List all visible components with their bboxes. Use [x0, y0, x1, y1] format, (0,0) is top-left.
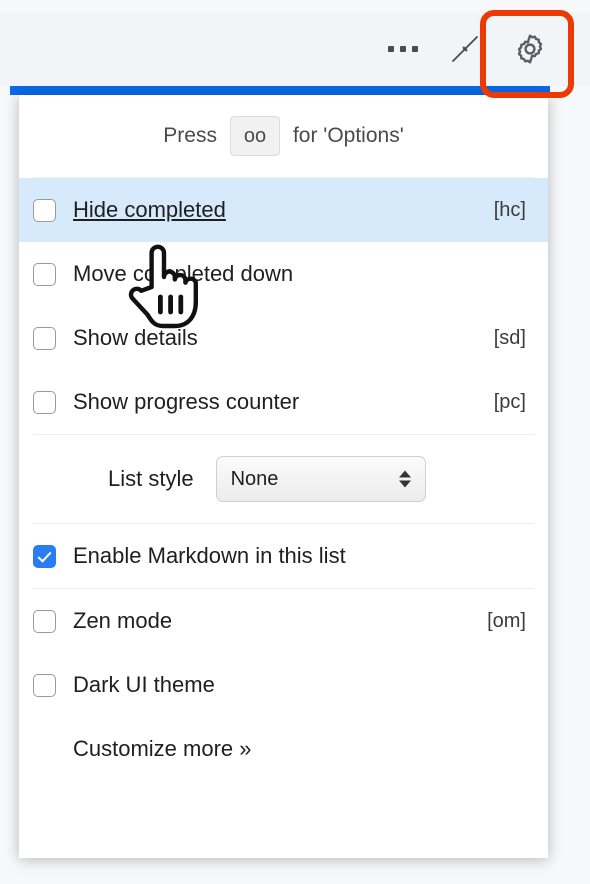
menu-group-display: Hide completed [hc] Move completed down …: [19, 178, 548, 434]
accent-bar: [10, 86, 550, 95]
menu-item-zen-mode[interactable]: Zen mode [om]: [19, 589, 548, 653]
stepper-chevrons-icon: [398, 470, 411, 488]
checkbox-enable-markdown[interactable]: [33, 544, 56, 568]
menu-item-label: Dark UI theme: [73, 672, 215, 697]
menu-item-label: Enable Markdown in this list: [73, 543, 346, 568]
more-horizontal-icon: [388, 46, 418, 52]
list-style-label: List style: [108, 466, 194, 491]
list-style-value: None: [230, 467, 279, 490]
menu-item-dark-ui-theme[interactable]: Dark UI theme: [19, 653, 548, 717]
menu-item-label: Show details: [73, 325, 198, 350]
menu-item-shortcut: [om]: [487, 609, 526, 632]
menu-item-label: Move completed down: [73, 261, 294, 286]
menu-item-label: Show progress counter: [73, 389, 300, 414]
gear-icon: [517, 34, 543, 64]
menu-item-shortcut: [hc]: [493, 198, 526, 221]
options-panel: Press oo for 'Options' Hide completed [h…: [19, 95, 548, 858]
hint-suffix: for 'Options': [292, 124, 404, 147]
checkbox-show-details[interactable]: [33, 326, 56, 350]
menu-item-hide-completed[interactable]: Hide completed [hc]: [19, 178, 548, 242]
more-options-button[interactable]: [372, 18, 434, 80]
top-toolbar: [0, 12, 590, 86]
menu-item-show-progress-counter[interactable]: Show progress counter [pc]: [19, 370, 548, 434]
menu-item-move-completed-down[interactable]: Move completed down: [19, 242, 548, 306]
customize-more-label: Customize more »: [73, 736, 252, 761]
checkbox-move-completed-down[interactable]: [33, 262, 56, 286]
menu-item-label: Hide completed: [73, 197, 226, 222]
settings-button[interactable]: [496, 18, 564, 80]
menu-item-label: Zen mode: [73, 608, 173, 633]
list-style-row: List style None: [19, 435, 548, 523]
checkbox-show-progress-counter[interactable]: [33, 390, 56, 414]
menu-group-markdown: Enable Markdown in this list: [19, 524, 548, 588]
menu-item-shortcut: [pc]: [493, 390, 526, 413]
menu-group-appearance: Zen mode [om] Dark UI theme Customize mo…: [19, 589, 548, 781]
collapse-arrows-icon: [452, 36, 478, 62]
shortcut-hint: Press oo for 'Options': [19, 95, 548, 177]
menu-item-shortcut: [sd]: [493, 326, 526, 349]
shortcut-key: oo: [229, 116, 280, 156]
checkbox-dark-ui-theme[interactable]: [33, 673, 56, 697]
customize-more-link[interactable]: Customize more »: [19, 717, 548, 781]
checkbox-zen-mode[interactable]: [33, 609, 56, 633]
menu-item-enable-markdown[interactable]: Enable Markdown in this list: [19, 524, 548, 588]
checkbox-hide-completed[interactable]: [33, 198, 56, 222]
list-style-select[interactable]: None: [215, 456, 426, 502]
menu-item-show-details[interactable]: Show details [sd]: [19, 306, 548, 370]
collapse-button[interactable]: [434, 18, 496, 80]
hint-prefix: Press: [163, 124, 217, 147]
